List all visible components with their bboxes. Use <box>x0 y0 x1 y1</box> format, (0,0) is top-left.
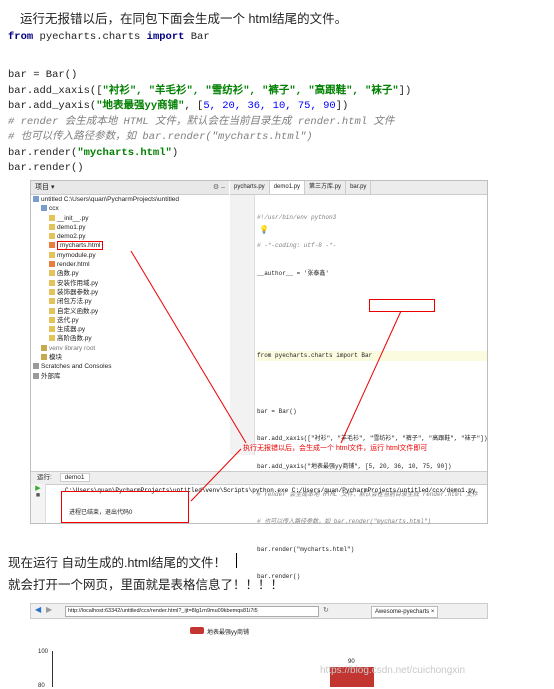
module-name: pyecharts.charts <box>33 31 147 43</box>
refresh-icon[interactable]: ↻ <box>323 606 329 614</box>
arrow-line <box>340 310 402 444</box>
xaxis-close: ]) <box>398 84 412 97</box>
editor-line: bar.render() <box>257 573 301 581</box>
yaxis-call: bar.add_yaxis( <box>8 100 97 112</box>
arrow-line <box>130 250 247 444</box>
url-bar[interactable]: http://localhost:63342/untitled/ccx/rend… <box>65 606 319 617</box>
yaxis-close: ]) <box>335 100 349 112</box>
editor-line: bar.render("mycharts.html") <box>257 545 355 553</box>
ide-window: 项目 ▾ ⚙ – untitled C:\Users\quan\PycharmP… <box>30 180 488 580</box>
watermark: https://blog.csdn.net/cuichongxin <box>320 665 466 676</box>
legend-label: 地表最强yy商铺 <box>207 630 250 636</box>
text-cursor <box>236 553 237 568</box>
y-tick-80: 80 <box>38 683 45 689</box>
y-tick-100: 100 <box>38 649 49 655</box>
browser-tab[interactable]: Awesome-pyecharts × <box>371 606 439 618</box>
bottom-text-2: 就会打开一个网页，里面就是表格信息了！！！！ <box>8 578 284 592</box>
code-line-bar: bar = Bar() <box>8 69 78 81</box>
yaxis-values: 5, 20, 36, 10, 75, 90 <box>203 100 336 112</box>
url-text: http://localhost:63342/untitled/ccx/rend… <box>68 608 258 614</box>
intro-text: 运行无报错以后，在同包下面会生成一个 html结尾的文件。 <box>20 12 348 26</box>
y-axis <box>52 651 53 687</box>
kw-from: from <box>8 31 34 43</box>
arrow-line <box>190 448 242 502</box>
render-call: bar.render( <box>8 146 78 159</box>
yaxis-sep: , [ <box>184 100 204 112</box>
import-name: Bar <box>184 31 210 43</box>
bottom-text-1: 现在运行 自动生成的.html结尾的文件！ <box>8 556 227 570</box>
kw-import: import <box>146 31 185 43</box>
code-line-import: from pyecharts.charts import Bar <box>8 30 210 46</box>
render-close: ) <box>171 146 179 159</box>
code-line-yaxis: bar.add_yaxis("地表最强yy商铺", [5, 20, 36, 10… <box>8 99 348 115</box>
back-icon[interactable]: ◀ <box>35 605 41 614</box>
forward-icon[interactable]: ▶ <box>46 605 52 614</box>
code-comment-2: # 也可以传入路径参数，如 bar.render("mycharts.html"… <box>8 131 313 143</box>
code-line-render-file: bar.render("mycharts.html") <box>8 146 178 162</box>
annotation-arrows <box>130 250 402 502</box>
browser-toolbar: ◀ ▶ http://localhost:63342/untitled/ccx/… <box>30 603 488 619</box>
code-comment-1: # render 会生成本地 HTML 文件，默认会在当前目录生成 render… <box>8 115 395 128</box>
render-filename: "mycharts.html" <box>77 146 172 159</box>
xaxis-call: bar.add_xaxis([ <box>8 84 103 97</box>
code-line-render: bar.render() <box>8 162 84 174</box>
code-line-xaxis: bar.add_xaxis(["衬衫", "羊毛衫", "雪纺衫", "裤子",… <box>8 84 411 100</box>
browser-window: ◀ ▶ http://localhost:63342/untitled/ccx/… <box>30 603 488 689</box>
xaxis-items: "衬衫", "羊毛衫", "雪纺衫", "裤子", "高跟鞋", "袜子" <box>102 84 399 97</box>
legend-swatch[interactable] <box>190 627 204 634</box>
yaxis-series: "地表最强yy商铺" <box>96 100 185 112</box>
